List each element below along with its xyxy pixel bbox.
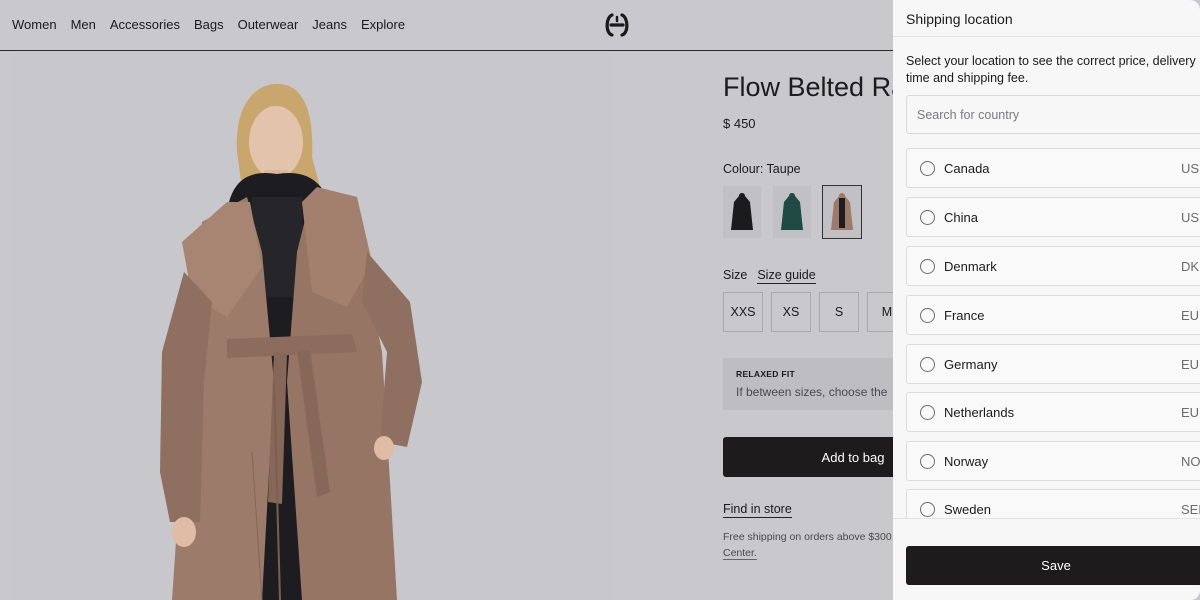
country-name: Germany bbox=[944, 357, 998, 372]
shipping-note: Free shipping on orders above $300 Cente… bbox=[723, 529, 892, 561]
nav-men[interactable]: Men bbox=[71, 17, 96, 32]
panel-header: Shipping location bbox=[893, 0, 1200, 37]
nav-accessories[interactable]: Accessories bbox=[110, 17, 180, 32]
country-option-china[interactable]: China USD bbox=[906, 197, 1200, 237]
size-s-button[interactable]: S bbox=[819, 292, 859, 332]
panel-title: Shipping location bbox=[906, 11, 1013, 27]
country-currency: USD bbox=[1181, 161, 1200, 176]
size-guide-link[interactable]: Size guide bbox=[757, 268, 816, 284]
radio-icon[interactable] bbox=[920, 405, 935, 420]
size-options: XXS XS S M bbox=[723, 292, 907, 332]
swatch-taupe[interactable] bbox=[822, 185, 862, 239]
country-option-denmark[interactable]: Denmark DKK bbox=[906, 246, 1200, 286]
shipping-location-panel: Shipping location Select your location t… bbox=[893, 0, 1200, 600]
swatch-black[interactable] bbox=[723, 186, 761, 238]
product-image[interactable] bbox=[12, 52, 610, 600]
swatch-dark-green[interactable] bbox=[773, 186, 811, 238]
country-currency: USD bbox=[1181, 210, 1200, 225]
radio-icon[interactable] bbox=[920, 308, 935, 323]
country-name: China bbox=[944, 210, 978, 225]
country-option-canada[interactable]: Canada USD bbox=[906, 148, 1200, 188]
country-currency: SEK bbox=[1181, 502, 1200, 517]
country-name: Canada bbox=[944, 161, 990, 176]
country-option-france[interactable]: France EUR bbox=[906, 295, 1200, 335]
size-xs-button[interactable]: XS bbox=[771, 292, 811, 332]
radio-icon[interactable] bbox=[920, 259, 935, 274]
country-currency: EUR bbox=[1181, 308, 1200, 323]
country-currency: EUR bbox=[1181, 405, 1200, 420]
nav-bags[interactable]: Bags bbox=[194, 17, 224, 32]
country-name: Denmark bbox=[944, 259, 997, 274]
fit-title: RELAXED FIT bbox=[736, 369, 796, 379]
radio-icon[interactable] bbox=[920, 454, 935, 469]
country-list: Canada USD China USD Denmark DKK France … bbox=[906, 148, 1200, 518]
country-currency: DKK bbox=[1181, 259, 1200, 274]
radio-icon[interactable] bbox=[920, 502, 935, 517]
product-page: Women Men Accessories Bags Outerwear Jea… bbox=[0, 0, 1200, 600]
country-search bbox=[906, 95, 1200, 134]
colour-label: Colour: Taupe bbox=[723, 162, 801, 176]
main-nav: Women Men Accessories Bags Outerwear Jea… bbox=[12, 17, 405, 32]
panel-footer: Save bbox=[893, 518, 1200, 600]
fit-text: If between sizes, choose the bbox=[736, 385, 888, 399]
country-name: Sweden bbox=[944, 502, 991, 517]
radio-icon[interactable] bbox=[920, 357, 935, 372]
service-center-link[interactable]: Center. bbox=[723, 547, 757, 560]
colour-swatches bbox=[723, 185, 862, 239]
size-xxs-button[interactable]: XXS bbox=[723, 292, 763, 332]
size-row: Size Size guide bbox=[723, 268, 816, 284]
country-currency: NOK bbox=[1181, 454, 1200, 469]
nav-women[interactable]: Women bbox=[12, 17, 57, 32]
country-option-sweden[interactable]: Sweden SEK bbox=[906, 489, 1200, 518]
radio-icon[interactable] bbox=[920, 161, 935, 176]
country-name: Netherlands bbox=[944, 405, 1015, 420]
nav-explore[interactable]: Explore bbox=[361, 17, 405, 32]
size-label: Size bbox=[723, 268, 748, 282]
save-button[interactable]: Save bbox=[906, 546, 1200, 585]
brand-logo-icon[interactable] bbox=[603, 11, 631, 39]
country-option-germany[interactable]: Germany EUR bbox=[906, 344, 1200, 384]
country-name: France bbox=[944, 308, 985, 323]
nav-jeans[interactable]: Jeans bbox=[312, 17, 347, 32]
find-in-store-link[interactable]: Find in store bbox=[723, 502, 792, 518]
radio-icon[interactable] bbox=[920, 210, 935, 225]
product-price: $ 450 bbox=[723, 116, 756, 131]
country-option-netherlands[interactable]: Netherlands EUR bbox=[906, 392, 1200, 432]
shipping-note-line-1: Free shipping on orders above $300 bbox=[723, 531, 892, 543]
nav-outerwear[interactable]: Outerwear bbox=[238, 17, 299, 32]
panel-description: Select your location to see the correct … bbox=[906, 54, 1196, 85]
country-currency: EUR bbox=[1181, 357, 1200, 372]
country-search-input[interactable] bbox=[907, 96, 1200, 133]
country-name: Norway bbox=[944, 454, 989, 469]
country-option-norway[interactable]: Norway NOK bbox=[906, 441, 1200, 481]
